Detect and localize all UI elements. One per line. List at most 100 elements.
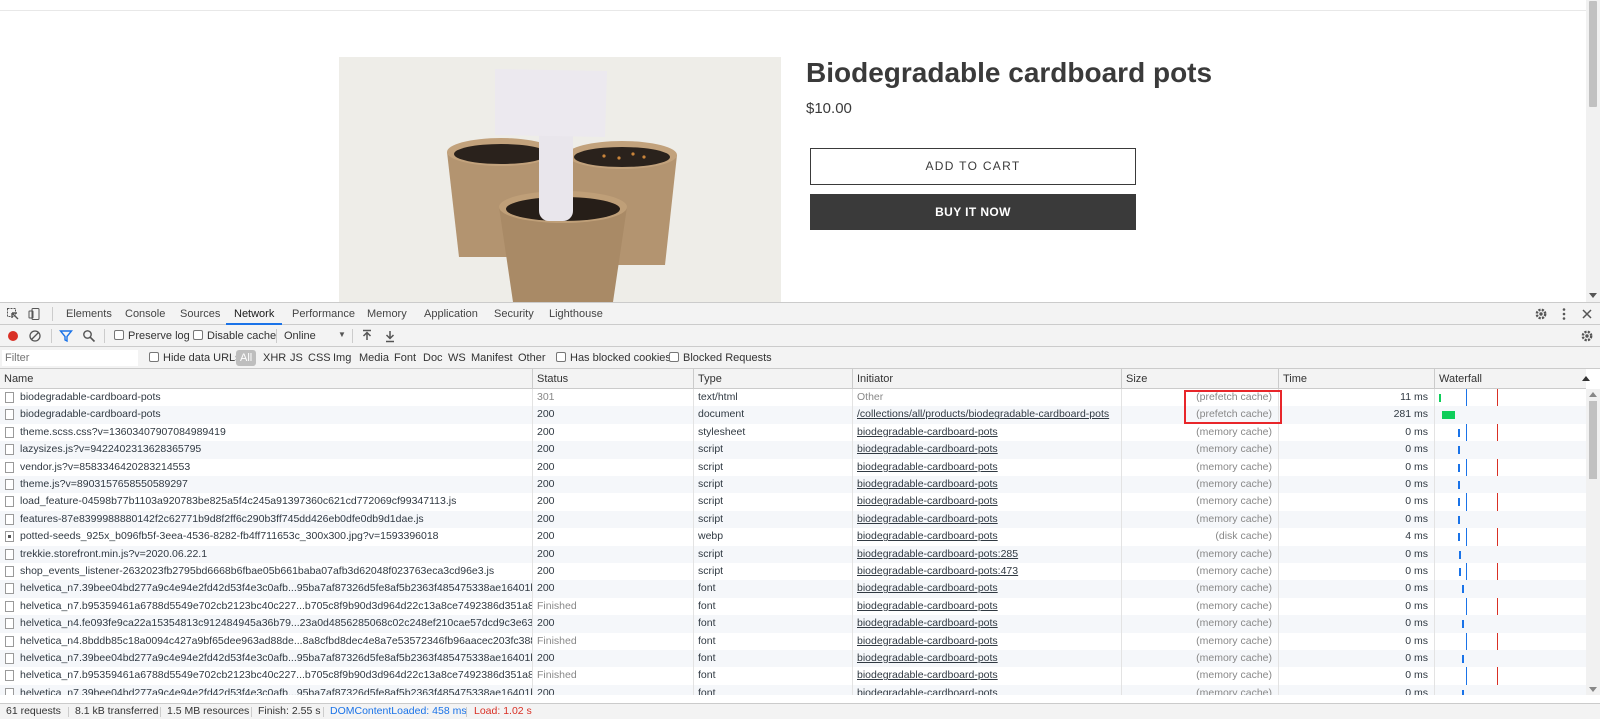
waterfall-bar[interactable]: [1439, 394, 1441, 402]
table-row[interactable]: helvetica_n7.b95359461a6788d5549e702cb21…: [0, 667, 1586, 685]
page-scrollbar-thumb[interactable]: [1589, 1, 1597, 107]
filter-icon[interactable]: [59, 329, 73, 343]
table-scrollbar-thumb[interactable]: [1589, 401, 1597, 479]
initiator-link[interactable]: biodegradable-cardboard-pots:473: [857, 565, 1018, 577]
has-blocked-cookies-checkbox[interactable]: Has blocked cookies: [556, 352, 671, 364]
initiator-link[interactable]: biodegradable-cardboard-pots: [857, 426, 998, 438]
waterfall-bar[interactable]: [1457, 428, 1460, 437]
filter-type-manifest[interactable]: Manifest: [471, 352, 513, 364]
initiator-link[interactable]: biodegradable-cardboard-pots: [857, 687, 998, 695]
table-row[interactable]: theme.scss.css?v=13603407907084989419 200…: [0, 423, 1586, 442]
tab-elements[interactable]: Elements: [66, 303, 112, 325]
initiator-link[interactable]: biodegradable-cardboard-pots: [857, 478, 998, 490]
filter-type-all[interactable]: All: [236, 350, 257, 366]
table-row[interactable]: lazysizes.js?v=9422402313628365795 200 scr…: [0, 441, 1586, 459]
initiator-link[interactable]: biodegradable-cardboard-pots: [857, 652, 998, 664]
close-icon[interactable]: [1580, 307, 1594, 321]
chevron-down-icon[interactable]: [1589, 293, 1597, 298]
initiator-link[interactable]: biodegradable-cardboard-pots: [857, 443, 998, 455]
tab-memory[interactable]: Memory: [367, 303, 407, 325]
tab-lighthouse[interactable]: Lighthouse: [549, 303, 603, 325]
checkbox-box[interactable]: [669, 352, 679, 362]
waterfall-bar[interactable]: [1457, 533, 1460, 542]
request-name[interactable]: theme.scss.css?v=13603407907084989419: [20, 426, 226, 438]
request-name[interactable]: potted-seeds_925x_b096fb5f-3eea-4536-828…: [20, 530, 439, 542]
import-har-icon[interactable]: [360, 329, 374, 343]
table-row[interactable]: helvetica_n7.b95359461a6788d5549e702cb21…: [0, 597, 1586, 616]
sort-ascending-icon[interactable]: [1582, 376, 1590, 381]
export-har-icon[interactable]: [383, 329, 397, 343]
table-row[interactable]: theme.js?v=8903157658550589297 200 script b…: [0, 476, 1586, 494]
initiator-link[interactable]: /collections/all/products/biodegradable-…: [857, 408, 1109, 420]
filter-type-xhr[interactable]: XHR: [263, 352, 286, 364]
waterfall-bar[interactable]: [1462, 689, 1465, 695]
waterfall-bar[interactable]: [1462, 620, 1465, 629]
filter-type-js[interactable]: JS: [290, 352, 303, 364]
add-to-cart-button[interactable]: ADD TO CART: [810, 148, 1136, 185]
filter-type-other[interactable]: Other: [518, 352, 546, 364]
tab-performance[interactable]: Performance: [292, 303, 355, 325]
filter-type-media[interactable]: Media: [359, 352, 389, 364]
filter-type-css[interactable]: CSS: [308, 352, 331, 364]
initiator-link[interactable]: biodegradable-cardboard-pots: [857, 669, 998, 681]
chevron-down-icon[interactable]: [1589, 687, 1597, 692]
table-row[interactable]: potted-seeds_925x_b096fb5f-3eea-4536-828…: [0, 528, 1586, 546]
initiator-link[interactable]: biodegradable-cardboard-pots: [857, 582, 998, 594]
checkbox-box[interactable]: [149, 352, 159, 362]
search-icon[interactable]: [82, 329, 96, 343]
waterfall-bar[interactable]: [1457, 463, 1460, 472]
table-row[interactable]: features-87e8399988880142f2c62771b9d8f2f…: [0, 510, 1586, 529]
waterfall-bar[interactable]: [1459, 550, 1462, 559]
gear-icon[interactable]: [1534, 307, 1548, 321]
waterfall-bar[interactable]: [1457, 498, 1460, 507]
request-name[interactable]: biodegradable-cardboard-pots: [20, 391, 161, 403]
request-name[interactable]: theme.js?v=8903157658550589297: [20, 478, 188, 490]
table-scrollbar[interactable]: [1586, 389, 1600, 695]
preserve-log-checkbox[interactable]: Preserve log: [114, 330, 190, 343]
buy-now-button[interactable]: BUY IT NOW: [810, 194, 1136, 230]
waterfall-bar[interactable]: [1457, 446, 1460, 455]
waterfall-bar[interactable]: [1462, 585, 1465, 594]
initiator-link[interactable]: biodegradable-cardboard-pots:285: [857, 548, 1018, 560]
column-header-type[interactable]: Type: [693, 369, 852, 389]
request-name[interactable]: helvetica_n7.39bee04bd277a9c4e94e2fd42d5…: [20, 687, 532, 695]
waterfall-bar[interactable]: [1457, 515, 1460, 524]
checkbox-box[interactable]: [556, 352, 566, 362]
request-name[interactable]: helvetica_n4.fe093fe9ca22a15354813c91248…: [20, 617, 532, 629]
table-row[interactable]: helvetica_n4.8bddb85c18a0094c427a9bf65de…: [0, 632, 1586, 650]
waterfall-bar[interactable]: [1457, 481, 1460, 489]
chevron-up-icon[interactable]: [1589, 392, 1597, 397]
network-settings-gear-icon[interactable]: [1580, 329, 1594, 343]
product-image[interactable]: [339, 57, 781, 302]
column-header-waterfall[interactable]: Waterfall: [1434, 369, 1586, 389]
more-options-icon[interactable]: [1557, 307, 1571, 321]
table-row[interactable]: helvetica_n4.fe093fe9ca22a15354813c91248…: [0, 615, 1586, 633]
filter-type-doc[interactable]: Doc: [423, 352, 443, 364]
tab-console[interactable]: Console: [125, 303, 165, 325]
record-icon[interactable]: [6, 329, 20, 343]
column-header-initiator[interactable]: Initiator: [852, 369, 1121, 389]
device-toolbar-icon[interactable]: [28, 307, 42, 321]
clear-icon[interactable]: [28, 329, 42, 343]
request-name[interactable]: helvetica_n4.8bddb85c18a0094c427a9bf65de…: [20, 635, 532, 647]
hide-data-urls-checkbox[interactable]: Hide data URLs: [149, 352, 241, 364]
request-name[interactable]: shop_events_listener-2632023fb2795bd6668…: [20, 565, 494, 577]
request-name[interactable]: features-87e8399988880142f2c62771b9d8f2f…: [20, 513, 424, 525]
initiator-link[interactable]: biodegradable-cardboard-pots: [857, 530, 998, 542]
waterfall-bar[interactable]: [1462, 655, 1465, 663]
inspect-element-icon[interactable]: [6, 307, 20, 321]
initiator-link[interactable]: biodegradable-cardboard-pots: [857, 635, 998, 647]
waterfall-bar[interactable]: [1459, 568, 1462, 576]
filter-input[interactable]: [2, 350, 138, 366]
table-row[interactable]: vendor.js?v=8583346420283214553 200 script…: [0, 458, 1586, 476]
checkbox-box[interactable]: [114, 330, 124, 340]
table-row[interactable]: load_feature-04598b77b1103a920783be825a5…: [0, 493, 1586, 511]
request-name[interactable]: biodegradable-cardboard-pots: [20, 408, 161, 420]
filter-type-img[interactable]: Img: [333, 352, 351, 364]
initiator-link[interactable]: biodegradable-cardboard-pots: [857, 617, 998, 629]
tab-network[interactable]: Network: [226, 303, 283, 325]
request-name[interactable]: vendor.js?v=8583346420283214553: [20, 461, 190, 473]
initiator-link[interactable]: biodegradable-cardboard-pots: [857, 513, 998, 525]
column-header-size[interactable]: Size: [1121, 369, 1278, 389]
column-header-name[interactable]: Name: [0, 369, 532, 389]
